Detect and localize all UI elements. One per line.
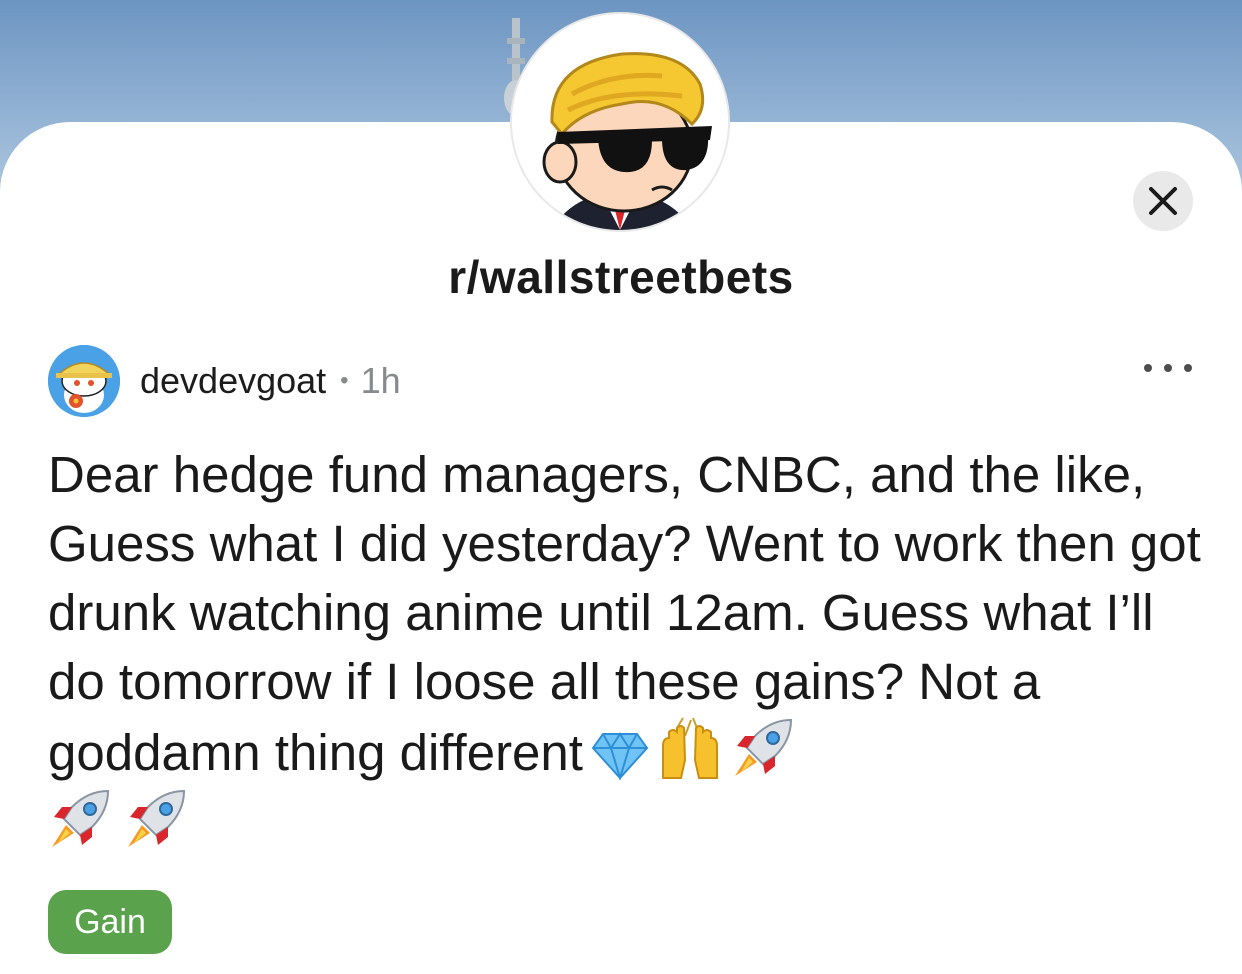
gem-icon: [591, 732, 649, 780]
rocket-icon: [128, 789, 186, 847]
post-body: Dear hedge fund managers, CNBC, and the …: [48, 440, 1208, 858]
rocket-icon: [734, 718, 792, 776]
post-author[interactable]: devdevgoat: [140, 360, 326, 402]
snoo-avatar-icon: [48, 345, 120, 417]
post-age: 1h: [360, 360, 401, 401]
community-avatar: [512, 14, 728, 230]
close-icon: [1149, 187, 1177, 215]
raising-hands-icon: [661, 717, 718, 779]
post-flair[interactable]: Gain: [48, 890, 172, 954]
more-options-icon: [1144, 364, 1152, 372]
meta-separator: •: [340, 367, 349, 394]
post-meta: devdevgoat • 1h: [48, 345, 401, 417]
wsb-mascot-sunglasses-icon: [542, 52, 712, 230]
community-name[interactable]: r/wallstreetbets: [0, 250, 1242, 304]
close-button[interactable]: [1133, 171, 1193, 231]
more-options-dot: [1164, 364, 1172, 372]
more-options-dot: [1184, 364, 1192, 372]
rocket-icon: [52, 789, 110, 847]
user-avatar[interactable]: [48, 345, 120, 417]
more-options-button[interactable]: [1144, 353, 1192, 383]
